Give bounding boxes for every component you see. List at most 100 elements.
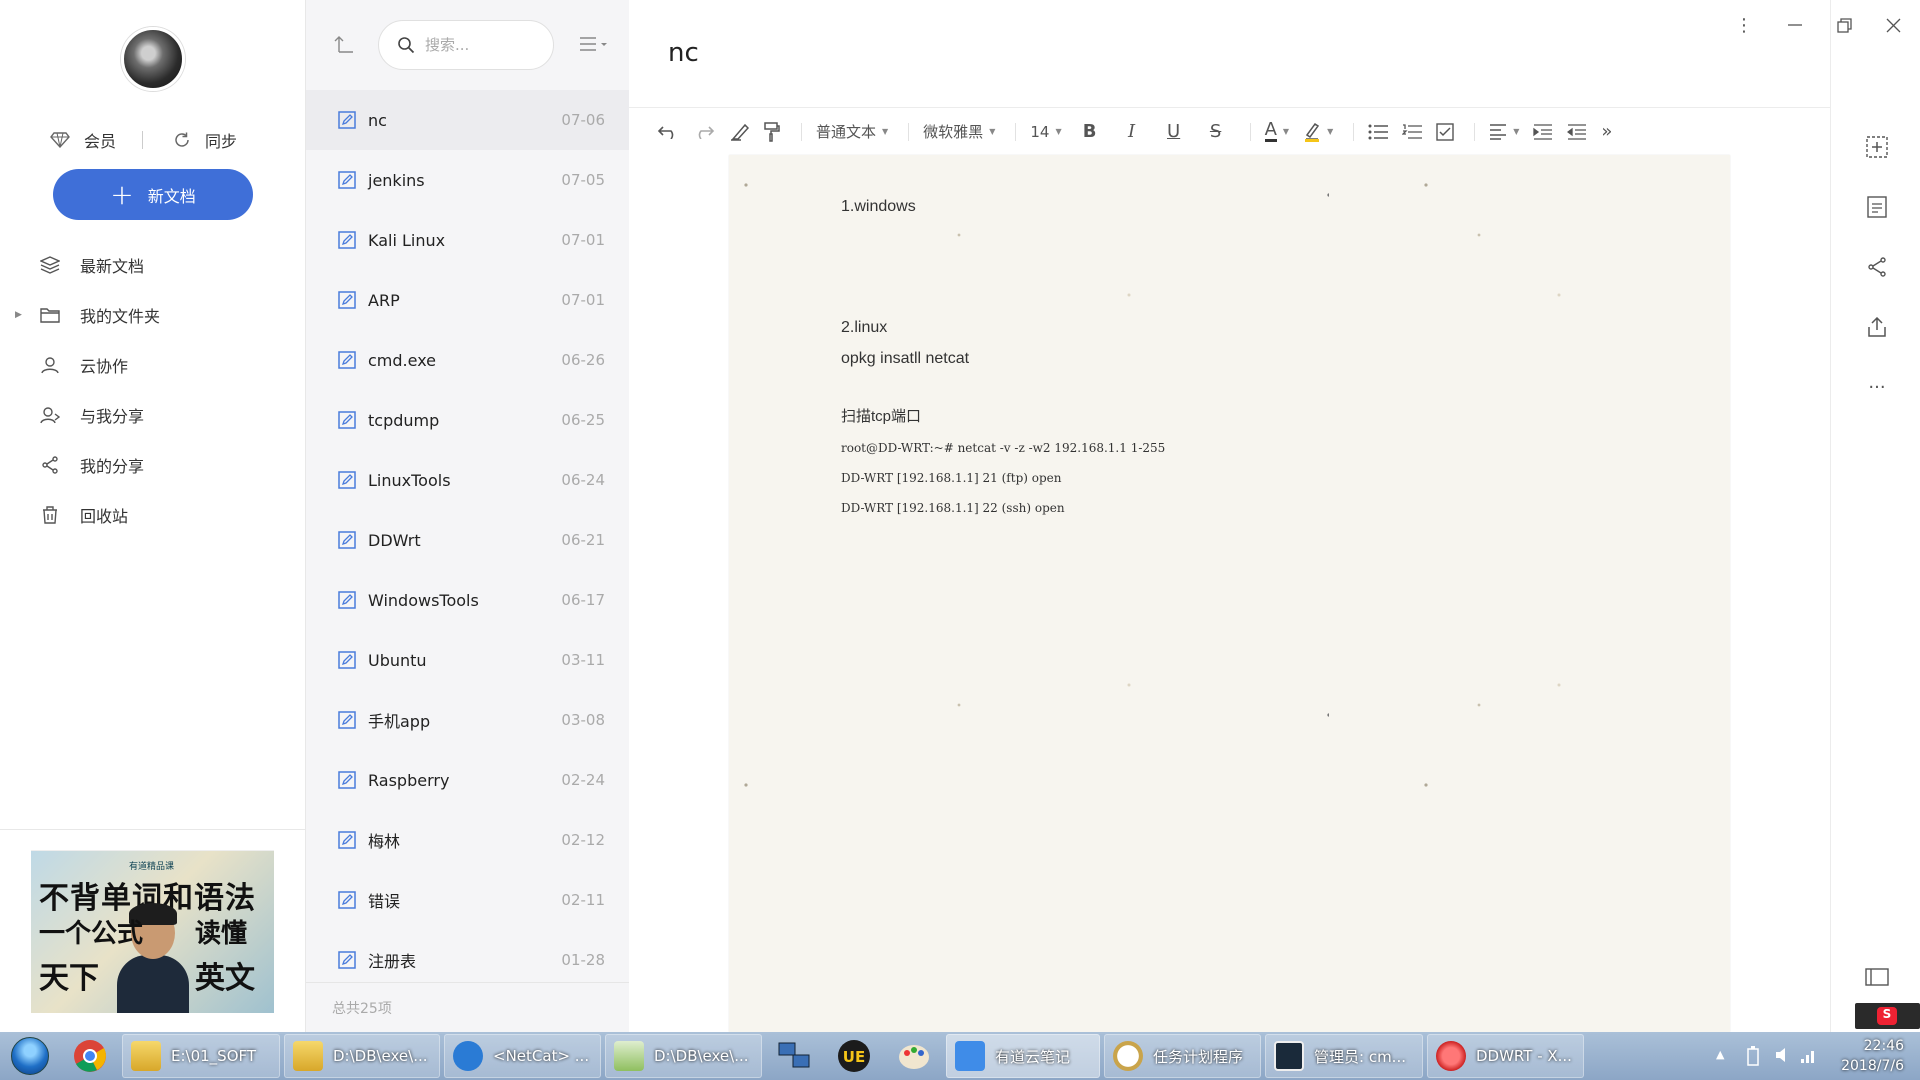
font-family-select[interactable]: 微软雅黑 ▼ xyxy=(923,116,995,148)
sidebar-item-trash[interactable]: 回收站 xyxy=(0,490,306,540)
note-item[interactable]: nc 07-06 xyxy=(306,90,629,150)
panel-toggle-icon[interactable] xyxy=(1865,965,1889,989)
vip-button[interactable]: 会员 xyxy=(50,128,116,152)
sidebar-item-shared-with-me[interactable]: 与我分享 xyxy=(0,390,306,440)
note-date: 06-21 xyxy=(561,531,605,549)
indent-increase-icon[interactable] xyxy=(1533,116,1553,148)
format-toolbar: 普通文本 ▼ 微软雅黑 ▼ 14 ▼ B I U S A ▼ ▼ ▼ » xyxy=(629,107,1830,155)
sidebar-item-my-folders[interactable]: ▶ 我的文件夹 xyxy=(0,290,306,340)
eraser-icon[interactable] xyxy=(729,116,749,148)
note-icon xyxy=(338,831,356,849)
taskbar-window-active[interactable]: 有道云笔记 xyxy=(946,1034,1100,1078)
underline-button[interactable]: U xyxy=(1160,116,1188,148)
note-item[interactable]: Ubuntu 03-11 xyxy=(306,630,629,690)
network-app-taskbar-icon[interactable] xyxy=(764,1033,824,1079)
ultraedit-taskbar-icon[interactable]: UE xyxy=(824,1033,884,1079)
undo-icon[interactable] xyxy=(657,116,679,148)
export-icon[interactable] xyxy=(1865,315,1889,339)
taskbar-window[interactable]: <NetCat> ... xyxy=(444,1034,601,1078)
promo-banner[interactable]: 有道精品课 不背单词和语法 一个公式 读懂 天下 英文 xyxy=(31,850,274,1013)
expand-arrow-icon[interactable]: ▶ xyxy=(15,310,22,320)
font-color-button[interactable]: A ▼ xyxy=(1264,116,1289,148)
checklist-icon[interactable] xyxy=(1436,116,1454,148)
note-item[interactable]: DDWrt 06-21 xyxy=(306,510,629,570)
note-item[interactable]: 梅林 02-12 xyxy=(306,810,629,870)
format-painter-icon[interactable] xyxy=(763,116,781,148)
taskbar-window[interactable]: E:\01_SOFT xyxy=(122,1034,280,1078)
taskbar-window[interactable]: 任务计划程序 xyxy=(1104,1034,1261,1078)
share-icon[interactable] xyxy=(1865,255,1889,279)
note-icon xyxy=(338,231,356,249)
sync-button[interactable]: 同步 xyxy=(173,128,237,152)
input-method-indicator[interactable]: S xyxy=(1855,1003,1920,1029)
redo-icon[interactable] xyxy=(693,116,715,148)
show-hidden-icons-icon[interactable]: ▲ xyxy=(1716,1048,1724,1061)
power-icon[interactable] xyxy=(1746,1046,1760,1070)
sidebar-item-cloud-collab[interactable]: 云协作 xyxy=(0,340,306,390)
document-outline-icon[interactable] xyxy=(1865,195,1889,219)
close-icon[interactable] xyxy=(1880,12,1906,38)
restore-icon[interactable] xyxy=(1831,12,1857,38)
more-tools-icon[interactable]: » xyxy=(1601,116,1612,148)
chrome-taskbar-icon[interactable] xyxy=(60,1033,120,1079)
note-item[interactable]: Kali Linux 07-01 xyxy=(306,210,629,270)
note-item[interactable]: tcpdump 06-25 xyxy=(306,390,629,450)
sort-menu-icon[interactable] xyxy=(579,36,609,56)
note-item[interactable]: WindowsTools 06-17 xyxy=(306,570,629,630)
font-size-value: 14 xyxy=(1030,122,1050,141)
document-page[interactable]: 1.windows 2.linux opkg insatll netcat 扫描… xyxy=(729,155,1730,1032)
taskbar-window[interactable]: 管理员: cm... xyxy=(1265,1034,1423,1078)
document-title[interactable]: nc xyxy=(668,38,699,68)
note-item[interactable]: LinuxTools 06-24 xyxy=(306,450,629,510)
taskbar-window[interactable]: DDWRT - X... xyxy=(1427,1034,1584,1078)
note-item[interactable]: Raspberry 02-24 xyxy=(306,750,629,810)
taskbar-window[interactable]: D:\DB\exe\... xyxy=(605,1034,762,1078)
taskbar-window[interactable]: D:\DB\exe\... xyxy=(284,1034,440,1078)
new-document-button[interactable]: + 新文档 xyxy=(53,169,253,220)
paint-taskbar-icon[interactable] xyxy=(884,1033,944,1079)
note-item[interactable]: cmd.exe 06-26 xyxy=(306,330,629,390)
kebab-menu-icon[interactable]: ⋮ xyxy=(1731,12,1757,38)
volume-icon[interactable] xyxy=(1774,1046,1792,1068)
note-item[interactable]: 错误 02-11 xyxy=(306,870,629,930)
more-options-icon[interactable]: ··· xyxy=(1865,375,1889,399)
note-title: Raspberry xyxy=(368,770,450,790)
insert-icon[interactable] xyxy=(1865,135,1889,159)
align-button[interactable]: ▼ xyxy=(1489,116,1519,148)
note-title: Ubuntu xyxy=(368,650,427,670)
toolbar-divider xyxy=(1474,122,1476,141)
bold-button[interactable]: B xyxy=(1076,116,1104,148)
note-item[interactable]: 注册表 01-28 xyxy=(306,930,629,990)
search-box[interactable] xyxy=(378,20,554,70)
font-size-select[interactable]: 14 ▼ xyxy=(1030,116,1061,148)
search-input[interactable] xyxy=(425,36,525,54)
paragraph-style-select[interactable]: 普通文本 ▼ xyxy=(816,116,888,148)
note-item[interactable]: ARP 07-01 xyxy=(306,270,629,330)
strikethrough-button[interactable]: S xyxy=(1202,116,1230,148)
minimize-icon[interactable] xyxy=(1782,12,1808,38)
editor-panel: nc 普通文本 ▼ 微软雅黑 ▼ 14 ▼ B I U S A ▼ ▼ ▼ » … xyxy=(629,0,1830,1032)
indent-decrease-icon[interactable] xyxy=(1567,116,1587,148)
note-item[interactable]: jenkins 07-05 xyxy=(306,150,629,210)
network-signal-icon[interactable] xyxy=(1800,1046,1818,1068)
note-item[interactable]: 手机app 03-08 xyxy=(306,690,629,750)
note-title: ARP xyxy=(368,290,400,310)
new-document-label: 新文档 xyxy=(147,186,196,206)
system-clock[interactable]: 22:46 2018/7/6 xyxy=(1841,1036,1904,1076)
note-icon xyxy=(338,471,356,489)
bullet-list-icon[interactable] xyxy=(1368,116,1389,148)
code-line: DD-WRT [192.168.1.1] 21 (ftp) open xyxy=(841,471,1062,485)
note-date: 07-01 xyxy=(561,231,605,249)
sidebar-item-my-shares[interactable]: 我的分享 xyxy=(0,440,306,490)
note-date: 01-28 xyxy=(561,951,605,969)
sidebar-item-recent[interactable]: 最新文档 xyxy=(0,240,306,290)
numbered-list-icon[interactable] xyxy=(1402,116,1423,148)
note-icon xyxy=(338,411,356,429)
avatar[interactable] xyxy=(121,27,185,91)
start-button[interactable] xyxy=(0,1032,60,1080)
note-title: Kali Linux xyxy=(368,230,446,250)
italic-button[interactable]: I xyxy=(1118,116,1146,148)
highlight-button[interactable]: ▼ xyxy=(1303,116,1333,148)
parent-folder-icon[interactable] xyxy=(334,34,354,58)
toolbar-divider xyxy=(908,122,910,141)
